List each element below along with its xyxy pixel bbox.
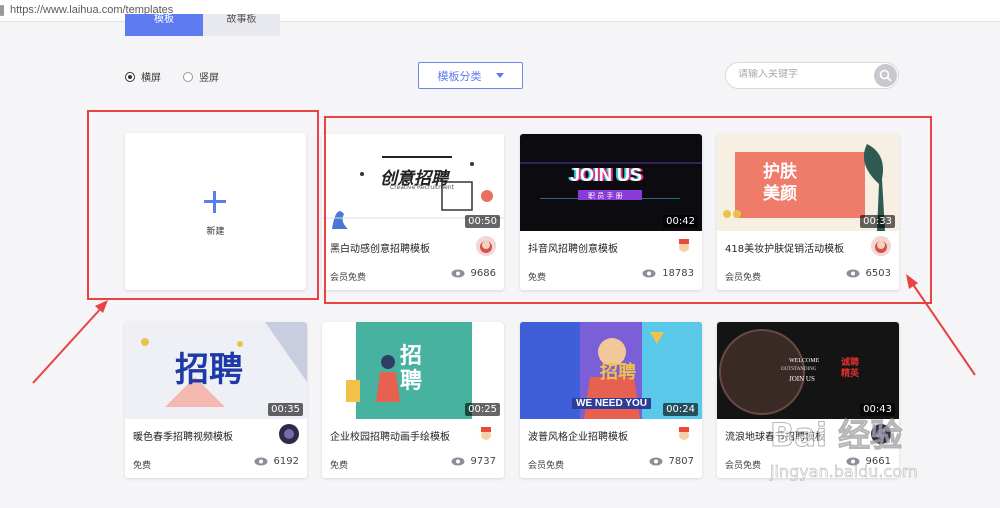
annotation-arrow-right (909, 279, 976, 376)
annotation-arrows (32, 274, 976, 384)
arrowhead-icon (906, 274, 918, 289)
arrowhead-icon (95, 300, 108, 313)
annotation-arrow-left (32, 304, 105, 384)
